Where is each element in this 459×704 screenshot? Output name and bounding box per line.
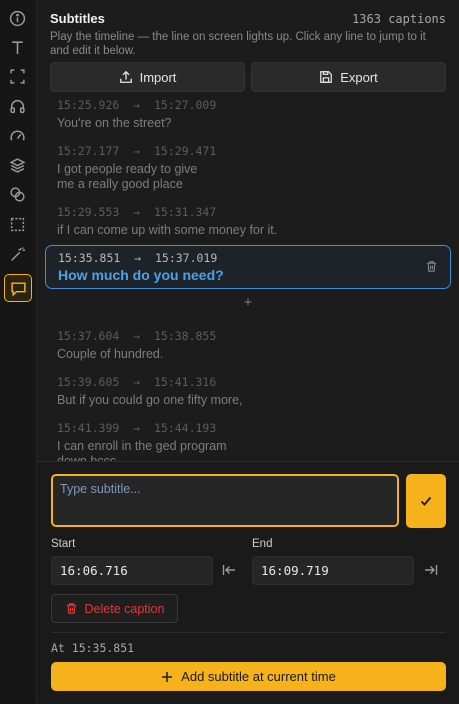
- save-icon: [320, 71, 333, 83]
- caption-item[interactable]: 15:37.604 → 15:38.855 Couple of hundred.: [57, 329, 437, 362]
- end-time-field[interactable]: 16:09.719: [252, 556, 414, 585]
- caption-list[interactable]: 15:25.926 → 15:27.009 You're on the stre…: [37, 96, 459, 461]
- insert-caption-button[interactable]: +: [241, 295, 255, 310]
- import-button[interactable]: Import: [50, 62, 245, 92]
- caption-time: 15:41.399 → 15:44.193: [57, 421, 217, 435]
- caption-text: How much do you need?: [58, 267, 224, 283]
- caption-item[interactable]: 15:27.177 → 15:29.471 I got people ready…: [57, 144, 437, 192]
- delete-caption-label: Delete caption: [84, 601, 165, 616]
- headphones-icon[interactable]: [4, 93, 30, 119]
- add-subtitle-button[interactable]: Add subtitle at current time: [51, 662, 446, 691]
- start-time-field[interactable]: 16:06.716: [51, 556, 213, 585]
- caption-text: Couple of hundred.: [57, 347, 164, 361]
- caption-text: I can enroll in the ged program down bcc…: [57, 439, 227, 461]
- confirm-button[interactable]: [406, 474, 446, 528]
- caption-count: 1363 captions: [352, 12, 446, 26]
- caption-item[interactable]: 15:25.926 → 15:27.009 You're on the stre…: [57, 98, 437, 131]
- divider: [51, 632, 446, 633]
- caption-time: 15:39.605 → 15:41.316: [57, 375, 217, 389]
- import-label: Import: [139, 69, 177, 85]
- trash-icon[interactable]: [425, 260, 438, 273]
- caption-text: But if you could go one fifty more,: [57, 393, 243, 407]
- snap-end-icon[interactable]: [423, 562, 439, 578]
- caption-text: You're on the street?: [57, 116, 172, 130]
- export-label: Export: [340, 69, 378, 85]
- layers-icon[interactable]: [4, 152, 30, 178]
- caption-item[interactable]: 15:29.553 → 15:31.347 if I can come up w…: [57, 205, 437, 238]
- caption-time: 15:27.177 → 15:29.471: [57, 144, 217, 158]
- circles-icon[interactable]: [4, 181, 30, 207]
- end-label: End: [252, 538, 273, 550]
- caption-time: 15:25.926 → 15:27.009: [57, 98, 217, 112]
- text-icon[interactable]: [4, 34, 30, 60]
- caption-item-selected[interactable]: 15:35.851 → 15:37.019 How much do you ne…: [45, 245, 451, 289]
- panel-hint: Play the timeline — the line on screen l…: [50, 31, 426, 57]
- caption-time: 15:29.553 → 15:31.347: [57, 205, 217, 219]
- subtitles-icon[interactable]: [4, 274, 32, 302]
- selection-icon[interactable]: [4, 211, 30, 237]
- add-subtitle-label: Add subtitle at current time: [181, 669, 336, 684]
- magic-wand-icon[interactable]: [4, 241, 30, 267]
- caption-text: I got people ready to give me a really g…: [57, 162, 198, 191]
- plus-icon: [162, 671, 173, 682]
- caption-time: 15:35.851 → 15:37.019: [58, 251, 218, 265]
- caption-item[interactable]: 15:39.605 → 15:41.316 But if you could g…: [57, 375, 437, 408]
- check-icon: [420, 496, 432, 506]
- export-button[interactable]: Export: [251, 62, 446, 92]
- caption-time: 15:37.604 → 15:38.855: [57, 329, 217, 343]
- subtitles-panel: Subtitles 1363 captions Play the timelin…: [37, 0, 459, 704]
- snap-start-icon[interactable]: [221, 562, 237, 578]
- delete-caption-button[interactable]: Delete caption: [51, 594, 178, 623]
- upload-icon: [119, 70, 132, 83]
- caption-item[interactable]: 15:41.399 → 15:44.193 I can enroll in th…: [57, 421, 437, 461]
- subtitle-input[interactable]: [51, 474, 399, 527]
- crop-icon[interactable]: [4, 63, 30, 89]
- info-icon[interactable]: [4, 5, 30, 31]
- start-label: Start: [51, 538, 76, 550]
- panel-title: Subtitles: [50, 11, 105, 26]
- trash-icon: [66, 603, 76, 614]
- current-time-label: At 15:35.851: [51, 641, 135, 655]
- caption-text: if I can come up with some money for it.: [57, 223, 278, 237]
- speed-gauge-icon[interactable]: [4, 123, 30, 149]
- caption-editor: Start 16:06.716 End 16:09.719 Delete cap…: [37, 461, 459, 704]
- tool-rail: [0, 0, 37, 703]
